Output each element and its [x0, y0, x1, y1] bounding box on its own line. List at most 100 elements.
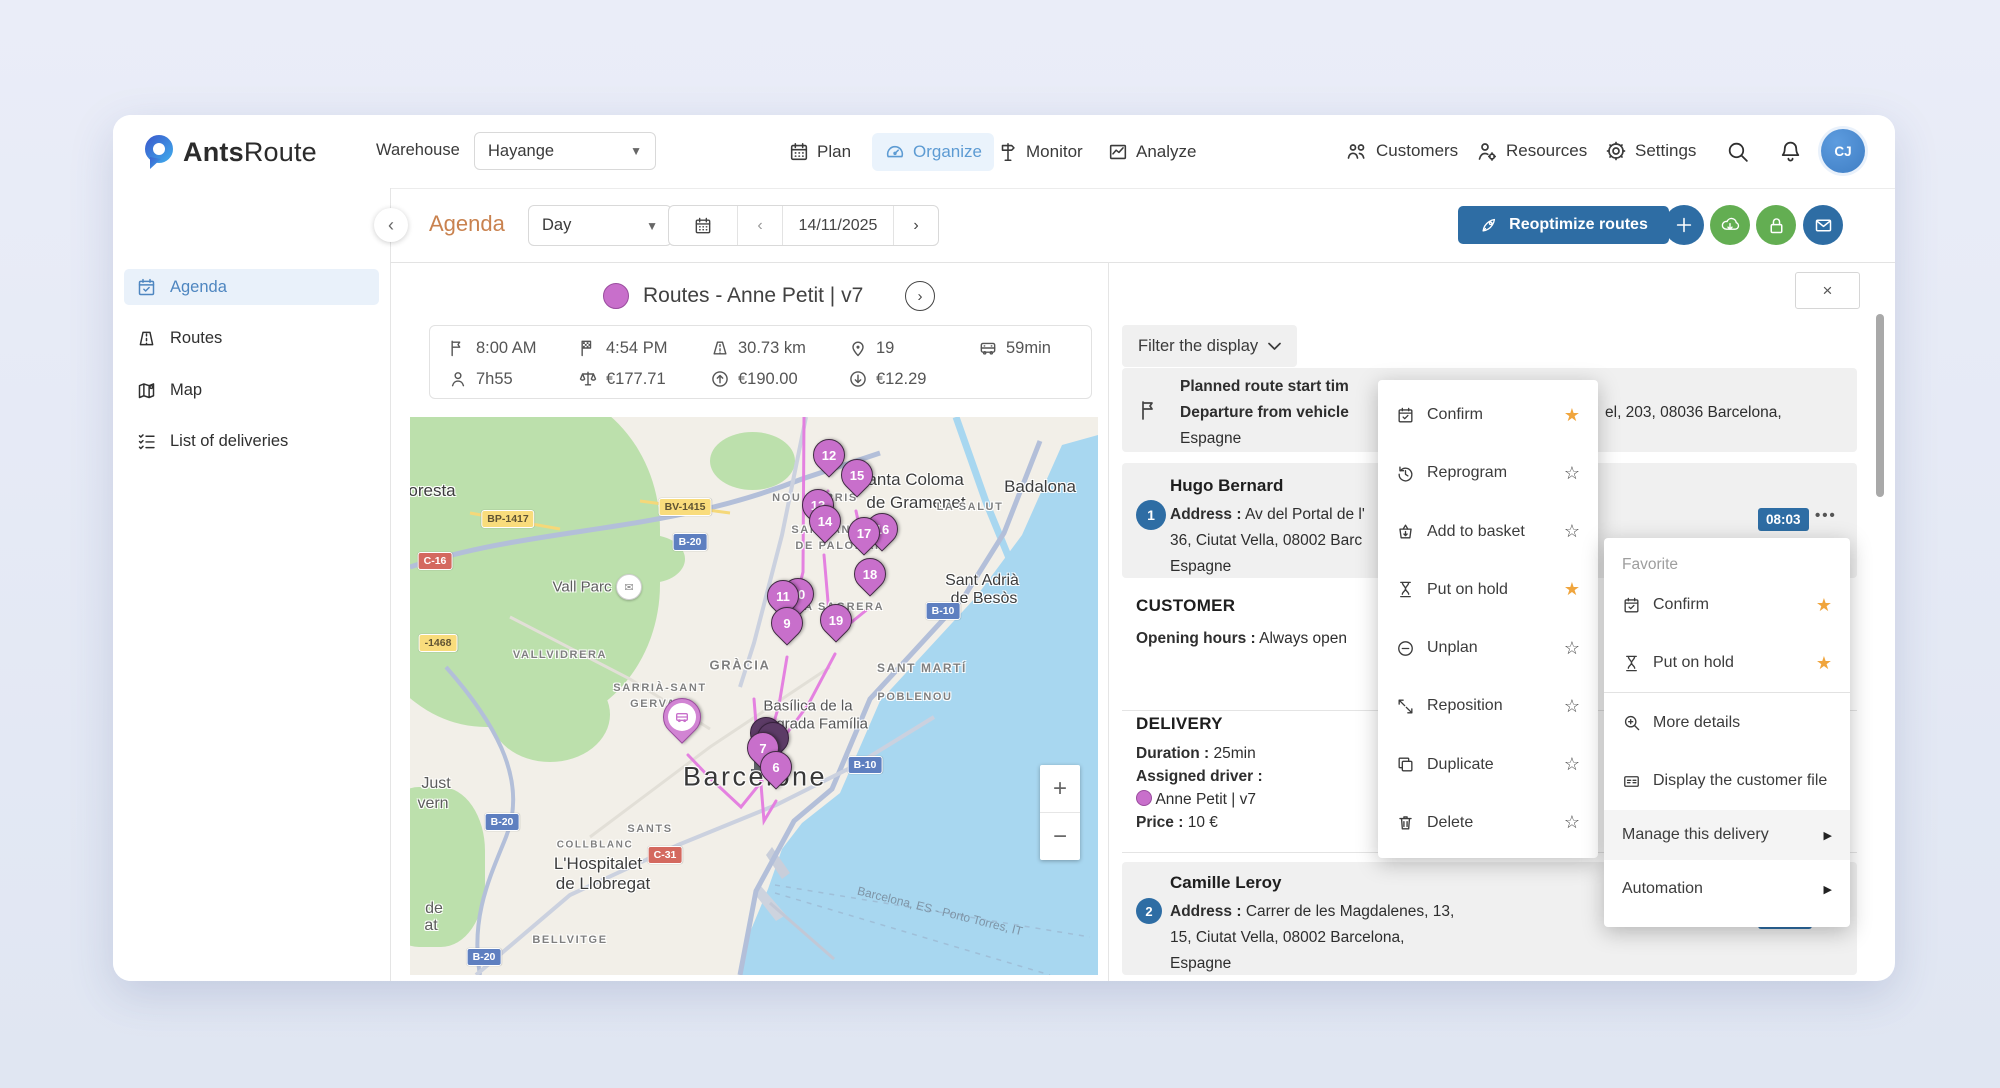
- reoptimize-routes-button[interactable]: Reoptimize routes: [1458, 206, 1669, 244]
- bell-icon[interactable]: [1778, 139, 1803, 169]
- prev-day-button[interactable]: ‹: [737, 206, 782, 245]
- calendar-check-icon: [1622, 596, 1641, 615]
- menu-item-manage-delivery[interactable]: Manage this delivery ▶: [1604, 810, 1850, 860]
- stat-start-time: 8:00 AM: [448, 338, 537, 358]
- favorite-star-icon[interactable]: ☆: [1564, 696, 1580, 717]
- map-label: GRÀCIA: [710, 658, 771, 673]
- favorite-star-icon[interactable]: ★: [1816, 595, 1832, 616]
- tab-monitor[interactable]: Monitor: [985, 133, 1095, 171]
- map-label: de Llobregat: [556, 874, 651, 894]
- menu-item-add-to-basket[interactable]: Add to basket ☆: [1378, 503, 1598, 561]
- nav-label: Resources: [1506, 141, 1587, 161]
- nav-resources[interactable]: Resources: [1475, 139, 1587, 163]
- folded-map-icon: [136, 380, 157, 401]
- zoom-in-button[interactable]: +: [1040, 765, 1080, 813]
- menu-item-unplan[interactable]: Unplan ☆: [1378, 619, 1598, 677]
- calendar-check-icon: [1396, 406, 1415, 425]
- flag-icon: [448, 338, 468, 358]
- favorite-star-icon[interactable]: ☆: [1564, 463, 1580, 484]
- avatar[interactable]: CJ: [1821, 129, 1865, 173]
- menu-item-delete[interactable]: Delete ☆: [1378, 794, 1598, 852]
- map-canvas[interactable]: oresta VALLVIDRERA Vall Parc ✉ NOU BARRI…: [410, 417, 1098, 975]
- reoptimize-label: Reoptimize routes: [1509, 216, 1648, 234]
- filter-display-button[interactable]: Filter the display: [1122, 325, 1297, 367]
- menu-item-confirm[interactable]: Confirm ★: [1604, 576, 1850, 634]
- submenu-arrow-icon: ▶: [1824, 883, 1832, 896]
- poi-envelope-icon[interactable]: ✉: [616, 574, 642, 600]
- arrows-diagonal-icon: [1396, 697, 1415, 716]
- stop-customer-name: Camille Leroy: [1170, 873, 1282, 893]
- delivery-section-title: DELIVERY: [1136, 714, 1223, 734]
- tab-plan[interactable]: Plan: [776, 133, 863, 171]
- sidebar-item-routes[interactable]: Routes: [124, 320, 379, 356]
- sidebar-item-agenda[interactable]: Agenda: [124, 269, 379, 305]
- expand-route-button[interactable]: ›: [905, 281, 935, 311]
- lock-button[interactable]: [1756, 205, 1796, 245]
- envelope-icon: [1813, 215, 1834, 236]
- export-button[interactable]: [1710, 205, 1750, 245]
- map-label: BELLVITGE: [532, 934, 607, 946]
- favorite-star-icon[interactable]: ★: [1816, 653, 1832, 674]
- warehouse-select[interactable]: Hayange ▼: [474, 132, 656, 170]
- stop-number-badge: 1: [1136, 500, 1166, 530]
- favorite-star-icon[interactable]: ★: [1564, 405, 1580, 426]
- next-day-button[interactable]: ›: [893, 206, 938, 245]
- calendar-picker-button[interactable]: [669, 206, 737, 245]
- sidebar-item-label: Map: [170, 381, 202, 400]
- route-title: Routes - Anne Petit | v7: [643, 284, 863, 308]
- menu-item-reposition[interactable]: Reposition ☆: [1378, 677, 1598, 735]
- date-control: ‹ 14/11/2025 ›: [668, 205, 939, 246]
- stop-number-badge: 2: [1136, 898, 1162, 924]
- menu-item-put-on-hold[interactable]: Put on hold ★: [1378, 561, 1598, 619]
- zoom-out-button[interactable]: −: [1040, 813, 1080, 860]
- stat-end-time: 4:54 PM: [578, 338, 667, 358]
- checklist-icon: [136, 431, 157, 452]
- route-color-dot: [603, 283, 629, 309]
- copy-icon: [1396, 755, 1415, 774]
- menu-item-reprogram[interactable]: Reprogram ☆: [1378, 444, 1598, 502]
- view-select[interactable]: Day ▼: [528, 205, 672, 246]
- menu-item-customer-file[interactable]: Display the customer file: [1604, 752, 1850, 810]
- menu-item-automation[interactable]: Automation ▶: [1604, 860, 1850, 918]
- tab-organize[interactable]: Organize: [872, 133, 994, 171]
- current-date: 14/11/2025: [782, 206, 893, 245]
- sidebar-item-map[interactable]: Map: [124, 372, 379, 408]
- favorite-star-icon[interactable]: ☆: [1564, 638, 1580, 659]
- flag-icon: [1138, 398, 1162, 422]
- map-label: SANT MARTÍ: [877, 661, 967, 675]
- favorite-star-icon[interactable]: ☆: [1564, 754, 1580, 775]
- tab-analyze[interactable]: Analyze: [1095, 133, 1208, 171]
- map-label: LA SALUT: [937, 501, 1004, 513]
- map-label-city: Barcelone: [683, 762, 827, 793]
- search-icon[interactable]: [1725, 139, 1750, 169]
- collapse-sidebar-button[interactable]: ‹: [374, 208, 408, 242]
- email-button[interactable]: [1803, 205, 1843, 245]
- panel-scrollbar[interactable]: [1876, 314, 1884, 497]
- warehouse-label: Warehouse: [376, 141, 460, 160]
- map-label: POBLENOU: [877, 691, 952, 703]
- person-icon: [448, 369, 468, 389]
- clock-rotate-icon: [1396, 464, 1415, 483]
- sidebar-item-label: Agenda: [170, 278, 227, 297]
- nav-customers[interactable]: Customers: [1345, 139, 1458, 163]
- menu-item-more-details[interactable]: More details: [1604, 693, 1850, 752]
- favorite-star-icon[interactable]: ☆: [1564, 812, 1580, 833]
- menu-item-put-on-hold[interactable]: Put on hold ★: [1604, 634, 1850, 692]
- chevron-down-icon: ▼: [630, 144, 642, 158]
- more-actions-icon[interactable]: •••: [1815, 507, 1837, 524]
- road-badge: C-16: [418, 552, 453, 570]
- sidebar-item-deliveries[interactable]: List of deliveries: [124, 423, 379, 459]
- customer-section-title: CUSTOMER: [1136, 596, 1235, 616]
- favorite-star-icon[interactable]: ★: [1564, 579, 1580, 600]
- close-panel-button[interactable]: ×: [1795, 272, 1860, 309]
- add-button[interactable]: [1664, 205, 1704, 245]
- menu-item-duplicate[interactable]: Duplicate ☆: [1378, 736, 1598, 794]
- rocket-icon: [1479, 215, 1499, 235]
- map-label: Sant Adrià: [945, 572, 1019, 590]
- favorite-star-icon[interactable]: ☆: [1564, 521, 1580, 542]
- menu-item-confirm[interactable]: Confirm ★: [1378, 386, 1598, 444]
- nav-settings[interactable]: Settings: [1604, 139, 1696, 163]
- road-badge: BV-1415: [659, 498, 712, 516]
- map-label: Basílica de la: [763, 698, 852, 715]
- hourglass-icon: [1396, 580, 1415, 599]
